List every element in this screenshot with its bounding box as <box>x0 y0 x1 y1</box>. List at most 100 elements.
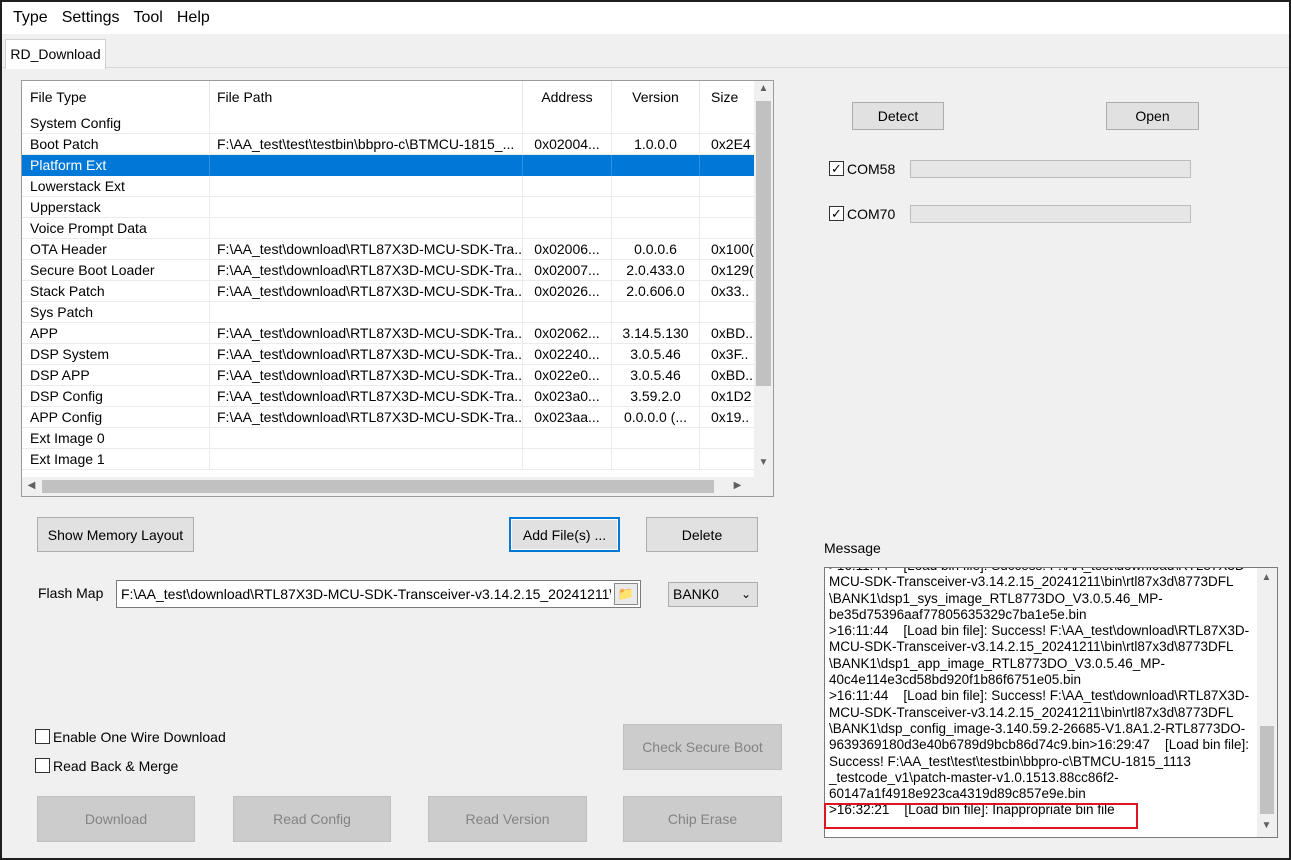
table-row[interactable]: Stack Patch F:\AA_test\download\RTL87X3D-… <box>22 281 755 302</box>
scroll-up-icon[interactable]: ▲ <box>1257 572 1276 583</box>
message-line: \BANK1\dsp_config_image-3.140.59.2-26685… <box>829 720 1246 736</box>
one-wire-checkbox[interactable] <box>35 729 50 744</box>
bank-select[interactable]: BANK0 ⌄ <box>668 582 758 607</box>
message-log[interactable]: >16:11:44 [Load bin file]: Success! F:\A… <box>824 567 1278 838</box>
table-row[interactable]: DSP Config F:\AA_test\download\RTL87X3D-M… <box>22 386 755 407</box>
size-cell <box>700 449 755 470</box>
com70-checkbox[interactable]: ✓ <box>829 206 844 221</box>
header-size[interactable]: Size <box>700 81 755 113</box>
size-cell <box>700 302 755 323</box>
table-row[interactable]: OTA Header F:\AA_test\download\RTL87X3D-M… <box>22 239 755 260</box>
file-table[interactable]: File Type File Path Address Version Size… <box>21 80 774 497</box>
message-scrollbar[interactable]: ▲ ▼ <box>1257 568 1277 837</box>
error-highlight-box <box>824 803 1138 829</box>
file-type-cell: Stack Patch <box>22 281 210 302</box>
table-row[interactable]: Sys Patch <box>22 302 755 323</box>
open-button[interactable]: Open <box>1106 102 1199 130</box>
menu-type[interactable]: Type <box>6 2 55 34</box>
download-button[interactable]: Download <box>37 796 195 842</box>
check-secure-boot-button[interactable]: Check Secure Boot <box>623 724 782 770</box>
com58-label: COM58 <box>847 161 896 177</box>
version-cell: 0.0.0.0 (... <box>612 407 700 428</box>
read-version-button[interactable]: Read Version <box>428 796 587 842</box>
table-row[interactable]: Voice Prompt Data <box>22 218 755 239</box>
address-cell: 0x02240... <box>523 344 612 365</box>
read-back-checkbox[interactable] <box>35 758 50 773</box>
table-row[interactable]: DSP System F:\AA_test\download\RTL87X3D-M… <box>22 344 755 365</box>
table-vscroll-thumb[interactable] <box>756 101 771 386</box>
size-cell <box>700 176 755 197</box>
size-cell <box>700 155 755 176</box>
file-type-cell: DSP System <box>22 344 210 365</box>
flash-map-input[interactable]: F:\AA_test\download\RTL87X3D-MCU-SDK-Tra… <box>116 580 641 608</box>
scroll-up-icon[interactable]: ▲ <box>754 83 773 94</box>
menu-help[interactable]: Help <box>170 2 217 34</box>
table-row[interactable]: Boot Patch F:\AA_test\test\testbin\bbpro-… <box>22 134 755 155</box>
file-type-cell: System Config <box>22 113 210 134</box>
file-type-cell: APP Config <box>22 407 210 428</box>
file-path-cell <box>210 302 523 323</box>
table-vertical-scrollbar[interactable]: ▲ ▼ <box>754 81 773 478</box>
file-type-cell: Voice Prompt Data <box>22 218 210 239</box>
table-row[interactable]: Lowerstack Ext <box>22 176 755 197</box>
scroll-down-icon[interactable]: ▼ <box>754 457 773 468</box>
table-header: File Type File Path Address Version Size <box>22 81 755 113</box>
chip-erase-button[interactable]: Chip Erase <box>623 796 782 842</box>
table-row[interactable]: DSP APP F:\AA_test\download\RTL87X3D-MCU-… <box>22 365 755 386</box>
com58-checkbox[interactable]: ✓ <box>829 161 844 176</box>
table-row[interactable]: APP F:\AA_test\download\RTL87X3D-MCU-SDK-… <box>22 323 755 344</box>
file-path-cell: F:\AA_test\download\RTL87X3D-MCU-SDK-Tra… <box>210 344 523 365</box>
menu-settings[interactable]: Settings <box>55 2 127 34</box>
version-cell <box>612 302 700 323</box>
table-horizontal-scrollbar[interactable]: ◀ ▶ <box>22 477 755 496</box>
size-cell <box>700 113 755 134</box>
file-path-cell: F:\AA_test\test\testbin\bbpro-c\BTMCU-18… <box>210 134 523 155</box>
version-cell: 1.0.0.0 <box>612 134 700 155</box>
scroll-left-icon[interactable]: ◀ <box>22 480 41 491</box>
file-path-cell <box>210 176 523 197</box>
file-type-cell: Ext Image 0 <box>22 428 210 449</box>
table-row[interactable]: Upperstack <box>22 197 755 218</box>
folder-browse-icon[interactable]: 📁 <box>614 583 638 605</box>
header-file-type[interactable]: File Type <box>22 81 210 113</box>
size-cell: 0x33.. <box>700 281 755 302</box>
header-address[interactable]: Address <box>523 81 612 113</box>
tab-rd-download[interactable]: RD_Download <box>5 39 106 69</box>
header-file-path[interactable]: File Path <box>210 81 523 113</box>
table-row[interactable]: System Config <box>22 113 755 134</box>
read-back-label: Read Back & Merge <box>53 758 179 774</box>
bank-select-value: BANK0 <box>673 586 719 602</box>
message-line: >16:11:44 [Load bin file]: Success! F:\A… <box>829 568 1257 574</box>
file-path-cell: F:\AA_test\download\RTL87X3D-MCU-SDK-Tra… <box>210 386 523 407</box>
address-cell <box>523 449 612 470</box>
show-memory-layout-button[interactable]: Show Memory Layout <box>37 517 194 552</box>
file-path-cell: F:\AA_test\download\RTL87X3D-MCU-SDK-Tra… <box>210 407 523 428</box>
table-row[interactable]: Platform Ext <box>22 155 755 176</box>
com70-label: COM70 <box>847 206 896 222</box>
address-cell <box>523 197 612 218</box>
scroll-down-icon[interactable]: ▼ <box>1257 820 1276 831</box>
menu-tool[interactable]: Tool <box>127 2 170 34</box>
table-row[interactable]: Secure Boot Loader F:\AA_test\download\RT… <box>22 260 755 281</box>
message-scroll-thumb[interactable] <box>1260 726 1274 814</box>
version-cell <box>612 155 700 176</box>
read-config-button[interactable]: Read Config <box>233 796 391 842</box>
address-cell: 0x02062... <box>523 323 612 344</box>
table-row[interactable]: Ext Image 0 <box>22 428 755 449</box>
table-row[interactable]: APP Config F:\AA_test\download\RTL87X3D-M… <box>22 407 755 428</box>
address-cell <box>523 302 612 323</box>
delete-button[interactable]: Delete <box>646 517 758 552</box>
header-version[interactable]: Version <box>612 81 700 113</box>
table-hscroll-thumb[interactable] <box>42 480 714 493</box>
size-cell <box>700 197 755 218</box>
address-cell: 0x02006... <box>523 239 612 260</box>
size-cell: 0x19.. <box>700 407 755 428</box>
table-row[interactable]: Ext Image 1 <box>22 449 755 470</box>
detect-button[interactable]: Detect <box>852 102 944 130</box>
com70-progress <box>910 205 1191 223</box>
add-files-button[interactable]: Add File(s) ... <box>509 517 620 552</box>
file-path-cell <box>210 155 523 176</box>
chevron-down-icon: ⌄ <box>740 587 751 601</box>
scroll-right-icon[interactable]: ▶ <box>728 480 747 491</box>
version-cell <box>612 176 700 197</box>
